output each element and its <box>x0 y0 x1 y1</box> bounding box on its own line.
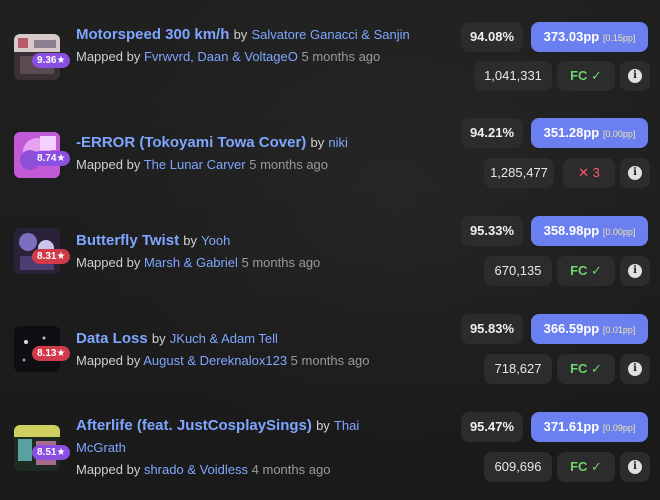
info-button[interactable]: i <box>620 158 650 188</box>
song-title-line: Data Loss by JKuch & Adam Tell <box>76 328 426 350</box>
song-title-line: Butterfly Twist by Yooh <box>76 230 426 252</box>
pp-weighted: [0.01pp] <box>602 325 636 335</box>
time-ago: 5 months ago <box>301 49 381 64</box>
score-badge: 609,696 <box>484 452 552 482</box>
score-badge: 1,041,331 <box>474 61 552 91</box>
score-badge: 718,627 <box>484 354 552 384</box>
mapped-by-label: Mapped by <box>76 157 141 172</box>
accuracy-badge: 94.21% <box>461 118 523 148</box>
fc-label: FC <box>570 361 588 376</box>
score-row[interactable]: 9.36★ Motorspeed 300 km/h by Salvatore G… <box>0 6 660 98</box>
info-icon: i <box>628 362 642 376</box>
song-title[interactable]: Afterlife (feat. JustCosplaySings) <box>76 417 312 434</box>
song-artist[interactable]: Yooh <box>201 233 230 248</box>
song-title[interactable]: Data Loss <box>76 330 148 347</box>
score-badge: 1,285,477 <box>484 158 554 188</box>
cross-icon: ✕ <box>578 165 590 180</box>
pp-badge: 373.03pp [0.15pp] <box>531 22 648 52</box>
song-title-line: Motorspeed 300 km/h by Salvatore Ganacci… <box>76 24 426 46</box>
pp-badge: 371.61pp [0.09pp] <box>531 412 648 442</box>
info-button[interactable]: i <box>620 354 650 384</box>
mapper-name[interactable]: August & Dereknalox123 <box>143 353 287 368</box>
pp-weighted: [0.00pp] <box>602 129 636 139</box>
accuracy-badge: 95.83% <box>461 314 523 344</box>
score-row[interactable]: 8.74★ -ERROR (Tokoyami Towa Cover) by ni… <box>0 104 660 196</box>
by-label: by <box>183 233 197 248</box>
fc-label: FC <box>570 263 588 278</box>
star-rating-badge: 8.31★ <box>32 249 71 264</box>
mapped-by-line: Mapped by Fvrwvrd, Daan & VoltageO 5 mon… <box>76 46 426 68</box>
mapped-by-line: Mapped by The Lunar Carver 5 months ago <box>76 154 426 176</box>
fc-label: FC <box>570 459 588 474</box>
pp-value: 366.59pp <box>543 321 600 336</box>
full-combo-badge: FC ✓ <box>557 256 615 286</box>
accuracy-badge: 94.08% <box>461 22 523 52</box>
mapped-by-label: Mapped by <box>76 353 141 368</box>
by-label: by <box>316 418 330 433</box>
mapped-by-label: Mapped by <box>76 462 141 477</box>
pp-weighted: [0.15pp] <box>602 33 636 43</box>
mapper-name[interactable]: shrado & Voidless <box>144 462 248 477</box>
song-artist[interactable]: Salvatore Ganacci & Sanjin <box>251 27 409 42</box>
info-icon: i <box>628 69 642 83</box>
pp-value: 351.28pp <box>543 125 600 140</box>
info-icon: i <box>628 166 642 180</box>
info-button[interactable]: i <box>620 452 650 482</box>
mapped-by-line: Mapped by August & Dereknalox123 5 month… <box>76 350 426 372</box>
pp-badge: 366.59pp [0.01pp] <box>531 314 648 344</box>
pp-value: 371.61pp <box>543 419 600 434</box>
song-title[interactable]: -ERROR (Tokoyami Towa Cover) <box>76 134 306 151</box>
pp-value: 358.98pp <box>543 223 600 238</box>
pp-value: 373.03pp <box>543 29 600 44</box>
score-row[interactable]: 8.13★ Data Loss by JKuch & Adam Tell Map… <box>0 300 660 392</box>
star-rating-badge: 8.51★ <box>32 445 71 460</box>
mapped-by-line: Mapped by Marsh & Gabriel 5 months ago <box>76 252 426 274</box>
pp-badge: 351.28pp [0.00pp] <box>531 118 648 148</box>
info-button[interactable]: i <box>620 61 650 91</box>
score-badge: 670,135 <box>484 256 552 286</box>
song-title[interactable]: Motorspeed 300 km/h <box>76 26 229 43</box>
full-combo-badge: FC ✓ <box>557 452 615 482</box>
check-icon: ✓ <box>591 68 602 83</box>
time-ago: 5 months ago <box>290 353 370 368</box>
pp-weighted: [0.00pp] <box>602 227 636 237</box>
miss-count-badge: ✕ 3 <box>563 158 615 188</box>
mapped-by-label: Mapped by <box>76 49 141 64</box>
song-title-line: -ERROR (Tokoyami Towa Cover) by niki <box>76 132 426 154</box>
song-title-line: Afterlife (feat. JustCosplaySings) by Th… <box>76 415 406 459</box>
star-rating-badge: 8.13★ <box>32 346 71 361</box>
song-artist[interactable]: niki <box>328 135 348 150</box>
time-ago: 5 months ago <box>241 255 321 270</box>
song-artist[interactable]: JKuch & Adam Tell <box>170 331 278 346</box>
check-icon: ✓ <box>591 263 602 278</box>
score-row[interactable]: 8.31★ Butterfly Twist by Yooh Mapped by … <box>0 202 660 294</box>
full-combo-badge: FC ✓ <box>557 61 615 91</box>
accuracy-badge: 95.47% <box>461 412 523 442</box>
full-combo-badge: FC ✓ <box>557 354 615 384</box>
info-icon: i <box>628 264 642 278</box>
time-ago: 5 months ago <box>249 157 329 172</box>
star-rating-badge: 9.36★ <box>32 53 71 68</box>
by-label: by <box>151 331 166 346</box>
time-ago: 4 months ago <box>251 462 331 477</box>
mapped-by-line: Mapped by shrado & Voidless 4 months ago <box>76 459 406 481</box>
by-label: by <box>233 27 248 42</box>
pp-badge: 358.98pp [0.00pp] <box>531 216 648 246</box>
info-icon: i <box>628 460 642 474</box>
mapped-by-label: Mapped by <box>76 255 141 270</box>
accuracy-badge: 95.33% <box>461 216 523 246</box>
song-title[interactable]: Butterfly Twist <box>76 232 179 249</box>
fc-label: FC <box>570 68 588 83</box>
mapper-name[interactable]: Fvrwvrd, Daan & VoltageO <box>144 49 298 64</box>
info-button[interactable]: i <box>620 256 650 286</box>
mapper-name[interactable]: Marsh & Gabriel <box>144 255 238 270</box>
score-row[interactable]: 8.51★ Afterlife (feat. JustCosplaySings)… <box>0 398 660 490</box>
check-icon: ✓ <box>591 459 602 474</box>
mapper-name[interactable]: The Lunar Carver <box>144 157 246 172</box>
check-icon: ✓ <box>591 361 602 376</box>
pp-weighted: [0.09pp] <box>602 423 636 433</box>
by-label: by <box>310 135 325 150</box>
star-rating-badge: 8.74★ <box>32 151 71 166</box>
miss-count: 3 <box>592 165 600 180</box>
